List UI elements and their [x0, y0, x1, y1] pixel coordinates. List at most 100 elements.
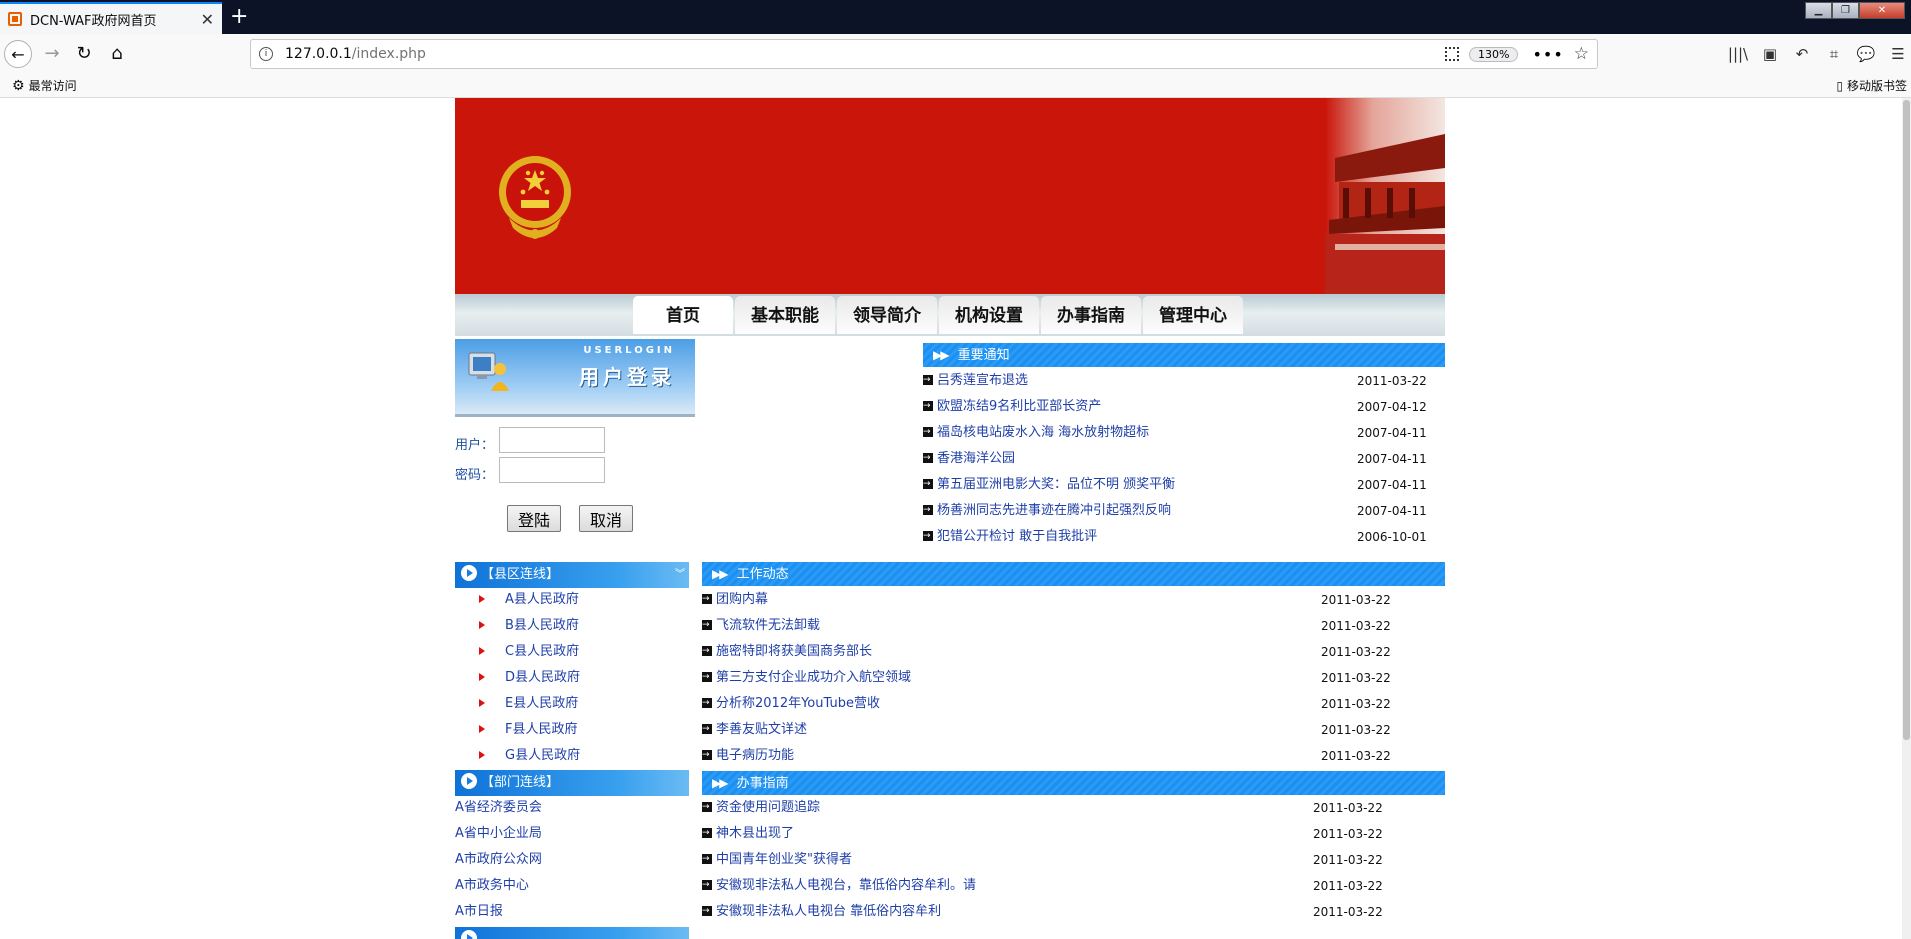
scrollbar-thumb[interactable] [1903, 100, 1910, 740]
county-link[interactable]: E县人民政府 [505, 696, 578, 711]
news-date: 2011-03-22 [1321, 723, 1391, 737]
news-link[interactable]: 团购内幕 [716, 592, 768, 607]
bullet-arrow-icon [702, 898, 712, 924]
bullet-arrow-icon [702, 690, 712, 716]
library-icon[interactable]: |||\ [1722, 40, 1754, 68]
news-link[interactable]: 第三方支付企业成功介入航空领域 [716, 670, 911, 685]
news-date: 2007-04-11 [1357, 478, 1427, 492]
nav-admin[interactable]: 管理中心 [1143, 296, 1243, 334]
nav-organization[interactable]: 机构设置 [939, 296, 1039, 334]
password-row: 密码： [455, 457, 695, 485]
chevron-down-icon[interactable]: ︾ [675, 562, 685, 588]
bullet-arrow-icon [923, 523, 933, 549]
maximize-button[interactable]: ❐ [1832, 2, 1859, 19]
nav-leaders[interactable]: 领导简介 [837, 296, 937, 334]
county-link[interactable]: C县人民政府 [505, 644, 579, 659]
county-link[interactable]: D县人民政府 [505, 670, 580, 685]
county-item: F县人民政府 [455, 717, 689, 743]
news-date: 2011-03-22 [1313, 905, 1383, 919]
news-link[interactable]: 吕秀莲宣布退选 [937, 373, 1028, 388]
county-item: D县人民政府 [455, 665, 689, 691]
password-input[interactable] [499, 457, 605, 483]
news-link[interactable]: 第五届亚洲电影大奖：品位不明 颁奖平衡 [937, 477, 1175, 492]
address-bar[interactable]: i 127.0.0.1/index.php 130% ••• ☆ [250, 39, 1598, 69]
news-link[interactable]: 电子病历功能 [716, 748, 794, 763]
login-button[interactable]: 登陆 [507, 505, 562, 532]
site-info-icon[interactable]: i [259, 47, 273, 61]
news-link[interactable]: 欧盟冻结9名利比亚部长资产 [937, 399, 1101, 414]
news-link[interactable]: 安徽现非法私人电视台，靠低俗内容牟利。请 [716, 878, 976, 893]
zoom-level-badge[interactable]: 130% [1468, 46, 1519, 62]
reload-icon[interactable]: ↻ [70, 40, 98, 68]
screenshot-icon[interactable]: ⌗ [1818, 40, 1850, 68]
dept-link[interactable]: A省经济委员会 [455, 800, 542, 815]
close-window-button[interactable]: ✕ [1859, 2, 1905, 19]
county-link[interactable]: F县人民政府 [505, 722, 577, 737]
news-date: 2011-03-22 [1313, 827, 1383, 841]
qr-code-icon[interactable] [1444, 47, 1459, 61]
cancel-button[interactable]: 取消 [579, 505, 634, 532]
news-link[interactable]: 福岛核电站废水入海 海水放射物超标 [937, 425, 1149, 440]
news-link[interactable]: 飞流软件无法卸载 [716, 618, 820, 633]
news-date: 2011-03-22 [1357, 374, 1427, 388]
news-link[interactable]: 犯错公开检讨 敢于自我批评 [937, 529, 1097, 544]
page-scrollbar[interactable] [1902, 98, 1911, 939]
news-link[interactable]: 香港海洋公园 [937, 451, 1015, 466]
undo-icon[interactable]: ↶ [1786, 40, 1818, 68]
bookmark-star-icon[interactable]: ☆ [1574, 44, 1589, 64]
news-link[interactable]: 安徽现非法私人电视台 靠低俗内容牟利 [716, 904, 941, 919]
dept-item: A市日报 [455, 899, 689, 925]
county-link[interactable]: B县人民政府 [505, 618, 579, 633]
window-controls: ▁ ❐ ✕ [1805, 2, 1905, 19]
dept-link[interactable]: A市政府公众网 [455, 852, 542, 867]
news-item: 团购内幕 2011-03-22 [702, 586, 1445, 613]
news-item: 飞流软件无法卸载 2011-03-22 [702, 612, 1445, 639]
user-computer-icon [468, 352, 509, 391]
news-link[interactable]: 李善友贴文详述 [716, 722, 807, 737]
browser-tab[interactable]: DCN-WAF政府网首页 ✕ [0, 2, 222, 34]
news-item: 香港海洋公园 2007-04-11 [923, 445, 1445, 472]
news-date: 2011-03-22 [1313, 879, 1383, 893]
back-icon[interactable]: ← [4, 40, 32, 68]
news-link[interactable]: 中国青年创业奖"获得者 [716, 852, 852, 867]
news-link[interactable]: 施密特即将获美国商务部长 [716, 644, 872, 659]
play-circle-icon [461, 565, 477, 581]
new-tab-button[interactable]: + [230, 4, 248, 29]
hamburger-icon[interactable]: ☰ [1882, 40, 1911, 68]
password-label: 密码： [455, 468, 495, 483]
dept-link[interactable]: A省中小企业局 [455, 826, 542, 841]
chat-icon[interactable]: 💬 [1850, 40, 1882, 68]
dept-link[interactable]: A市政务中心 [455, 878, 529, 893]
dept-link[interactable]: A市日报 [455, 904, 503, 919]
nav-home[interactable]: 首页 [633, 296, 733, 334]
forward-icon[interactable]: → [38, 40, 66, 68]
bookmark-mobile[interactable]: ▯ 移动版书签 [1837, 77, 1907, 94]
news-link[interactable]: 资金使用问题追踪 [716, 800, 820, 815]
page-actions-icon[interactable]: ••• [1532, 45, 1563, 64]
county-list: A县人民政府 B县人民政府 C县人民政府 D县人民政府 E县人民政府 F县人民政府 G县人民… [455, 587, 689, 769]
browser-titlebar: DCN-WAF政府网首页 ✕ + ▁ ❐ ✕ [0, 0, 1911, 34]
news-link[interactable]: 分析称2012年YouTube营收 [716, 696, 880, 711]
bookmark-most-visited[interactable]: ⚙ 最常访问 [12, 77, 77, 94]
home-icon[interactable]: ⌂ [103, 40, 131, 68]
nav-guide[interactable]: 办事指南 [1041, 296, 1141, 334]
login-buttons: 登陆 取消 [507, 505, 651, 532]
county-link[interactable]: A县人民政府 [505, 592, 579, 607]
tab-close-button[interactable]: ✕ [201, 10, 214, 29]
username-row: 用户： [455, 427, 695, 455]
news-link[interactable]: 杨善洲同志先进事迹在腾冲引起强烈反响 [937, 503, 1171, 518]
sidebar-icon[interactable]: ▣ [1754, 40, 1786, 68]
double-arrow-icon: ▶▶ [933, 348, 950, 362]
double-arrow-icon: ▶▶ [712, 567, 729, 581]
news-item: 电子病历功能 2011-03-22 [702, 742, 1445, 769]
login-title-cn: 用户登录 [579, 365, 675, 389]
notice-list: 吕秀莲宣布退选 2011-03-22 欧盟冻结9名利比亚部长资产 2007-04-12… [923, 367, 1445, 550]
news-link[interactable]: 神木县出现了 [716, 826, 794, 841]
dept-title: 【部门连线】 [481, 775, 560, 790]
username-input[interactable] [499, 427, 605, 453]
news-date: 2011-03-22 [1321, 619, 1391, 633]
nav-functions[interactable]: 基本职能 [735, 296, 835, 334]
county-link[interactable]: G县人民政府 [505, 748, 580, 763]
tiananmen-image [1325, 98, 1445, 294]
minimize-button[interactable]: ▁ [1805, 2, 1832, 19]
